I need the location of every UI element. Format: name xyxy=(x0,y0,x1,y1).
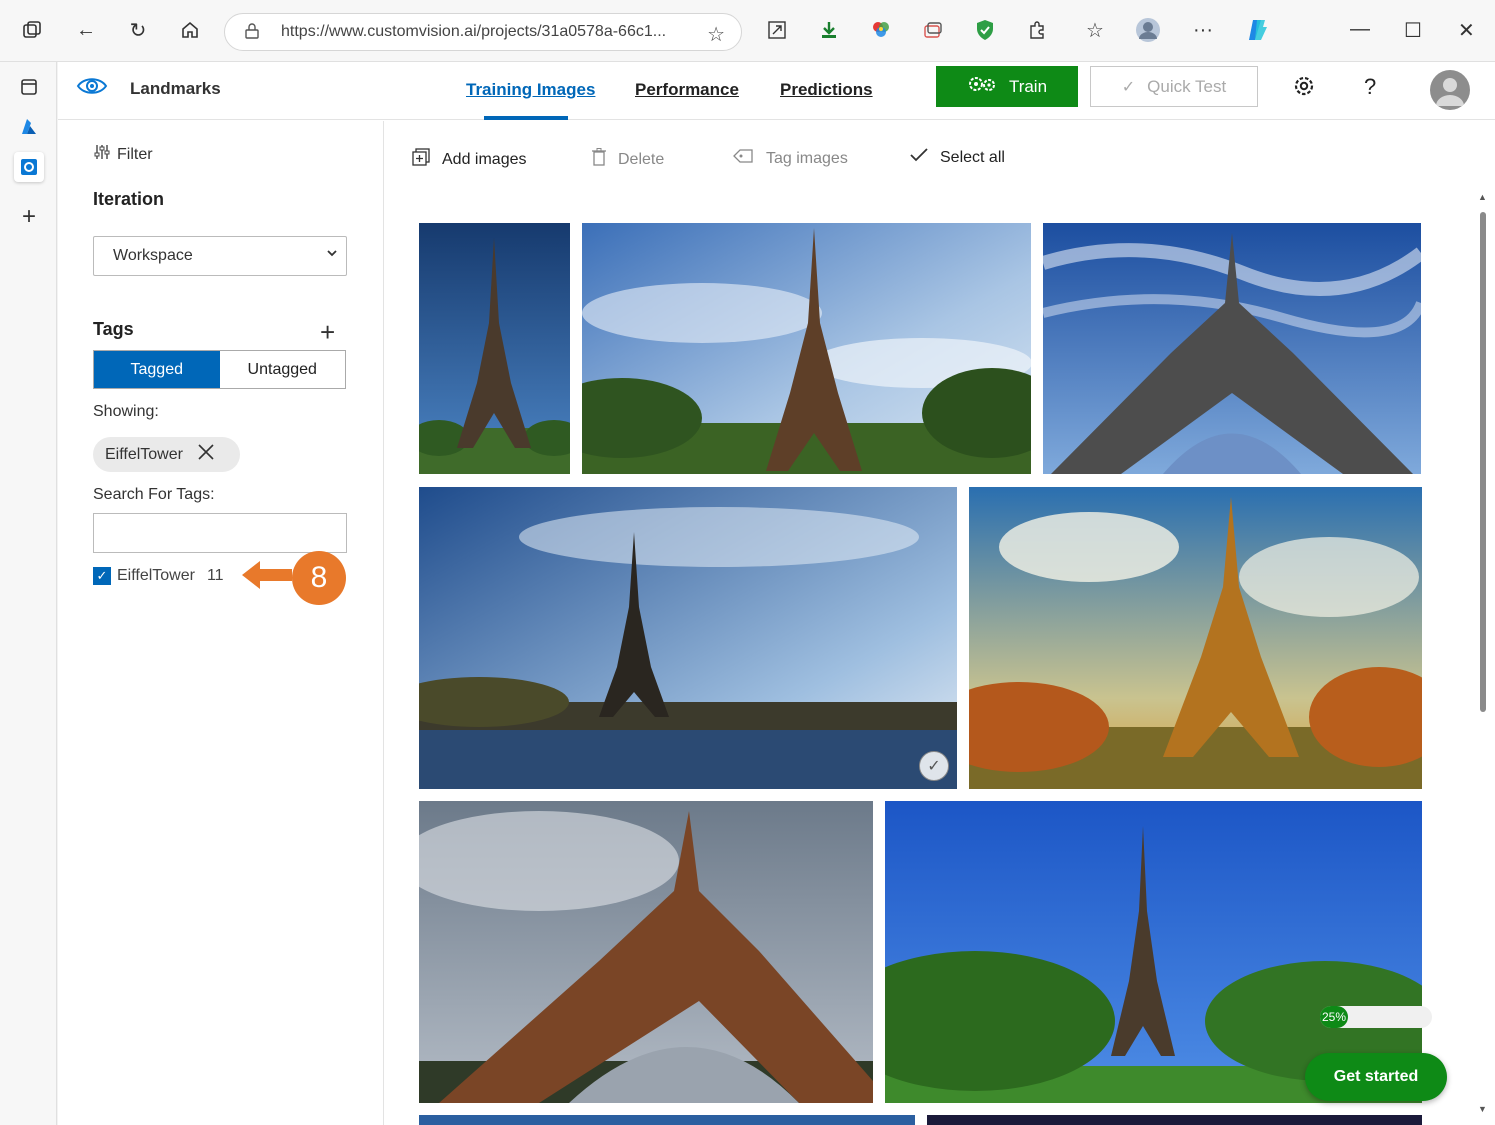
image-thumbnail[interactable] xyxy=(582,223,1031,474)
profile-icon[interactable] xyxy=(1134,16,1162,44)
filter-panel: Filter Iteration Workspace Tags + Tagged… xyxy=(58,121,384,1125)
favorite-star-icon[interactable]: ☆ xyxy=(707,22,725,47)
avatar[interactable] xyxy=(1430,70,1470,110)
image-thumbnail[interactable]: ✓ xyxy=(419,487,957,789)
favorites-icon[interactable]: ☆ xyxy=(1081,16,1109,44)
selected-check-icon[interactable]: ✓ xyxy=(919,751,949,781)
select-all-button[interactable]: Select all xyxy=(910,148,1005,167)
tag-name: EiffelTower xyxy=(117,567,195,584)
tag-images-button[interactable]: Tag images xyxy=(732,148,848,169)
image-thumbnail[interactable] xyxy=(419,801,873,1103)
maximize-icon[interactable]: ☐ xyxy=(1404,18,1422,43)
more-icon[interactable]: ··· xyxy=(1189,16,1217,44)
tag-images-label: Tag images xyxy=(766,149,848,167)
tag-icon xyxy=(732,148,754,169)
callout-arrow-icon xyxy=(242,559,292,596)
get-started-button[interactable]: Get started xyxy=(1305,1053,1447,1101)
home-icon[interactable] xyxy=(176,16,204,44)
gears-icon xyxy=(967,75,997,98)
image-thumbnail[interactable] xyxy=(927,1115,1422,1125)
active-tag-chip: EiffelTower xyxy=(93,437,240,472)
select-all-label: Select all xyxy=(940,148,1005,166)
close-icon[interactable]: ✕ xyxy=(1458,18,1475,43)
refresh-icon[interactable]: ↻ xyxy=(124,16,152,44)
custom-vision-icon[interactable] xyxy=(14,152,44,182)
scroll-thumb[interactable] xyxy=(1480,212,1486,712)
checkmark-icon xyxy=(910,148,928,167)
delete-label: Delete xyxy=(618,150,665,168)
add-tag-icon[interactable]: + xyxy=(320,317,335,348)
url-text[interactable]: https://www.customvision.ai/projects/31a… xyxy=(281,23,691,41)
filter-toggle[interactable]: Filter xyxy=(93,143,153,166)
workspaces-icon[interactable] xyxy=(18,16,46,44)
remove-tag-icon[interactable] xyxy=(197,443,215,466)
eye-icon[interactable] xyxy=(76,74,108,103)
check-icon: ✓ xyxy=(1121,78,1136,96)
tag-checkbox[interactable]: ✓ xyxy=(93,567,111,585)
tags-heading: Tags xyxy=(93,319,134,339)
collections-icon[interactable] xyxy=(919,16,947,44)
active-tab-indicator xyxy=(484,116,568,120)
scroll-up-icon[interactable]: ▲ xyxy=(1478,192,1487,202)
tab-predictions[interactable]: Predictions xyxy=(780,80,873,100)
image-thumbnail[interactable] xyxy=(969,487,1422,789)
tab-actions-icon[interactable] xyxy=(14,72,44,102)
copilot-icon[interactable] xyxy=(1244,16,1272,44)
progress-label: 25% xyxy=(1322,1010,1347,1024)
showing-label: Showing: xyxy=(93,403,159,420)
add-image-icon xyxy=(412,148,430,171)
scrollbar[interactable]: ▲ ▼ xyxy=(1478,192,1488,1122)
custom-vision-app: Landmarks Training Images Performance Pr… xyxy=(58,62,1495,1125)
shield-icon[interactable] xyxy=(971,16,999,44)
delete-button[interactable]: Delete xyxy=(592,148,664,171)
untagged-button[interactable]: Untagged xyxy=(220,351,346,388)
search-tags-label: Search For Tags: xyxy=(93,486,215,503)
edge-sidebar: + xyxy=(0,62,57,1125)
lock-icon[interactable] xyxy=(245,23,261,41)
image-thumbnail[interactable] xyxy=(419,1115,915,1125)
tab-training-images[interactable]: Training Images xyxy=(466,80,595,100)
filter-sliders-icon xyxy=(93,143,111,166)
scroll-down-icon[interactable]: ▼ xyxy=(1478,1104,1487,1114)
tag-list-item[interactable]: ✓ EiffelTower 11 xyxy=(93,567,224,585)
settings-gear-icon[interactable] xyxy=(1292,74,1316,104)
filter-label: Filter xyxy=(117,145,153,163)
tab-performance[interactable]: Performance xyxy=(635,80,739,100)
minimize-icon[interactable]: — xyxy=(1350,18,1370,41)
chip-label: EiffelTower xyxy=(105,445,183,463)
quick-test-button[interactable]: ✓ Quick Test xyxy=(1090,66,1258,107)
image-grid: ✓ xyxy=(419,223,1422,1125)
expand-icon[interactable] xyxy=(763,16,791,44)
train-button[interactable]: Train xyxy=(936,66,1078,107)
image-thumbnail[interactable] xyxy=(1043,223,1421,474)
add-images-button[interactable]: Add images xyxy=(412,148,527,171)
tag-count: 11 xyxy=(206,567,224,584)
project-name: Landmarks xyxy=(130,79,221,98)
step-callout: 8 xyxy=(292,551,346,605)
tagged-untagged-toggle: Tagged Untagged xyxy=(93,350,346,389)
color-wheel-icon[interactable] xyxy=(867,16,895,44)
quick-test-label: Quick Test xyxy=(1147,76,1227,96)
trash-icon xyxy=(592,148,606,171)
back-icon[interactable]: ← xyxy=(72,16,100,44)
iteration-heading: Iteration xyxy=(93,189,165,209)
add-images-label: Add images xyxy=(442,150,527,168)
browser-toolbar: ← ↻ https://www.customvision.ai/projects… xyxy=(0,0,1495,62)
help-icon[interactable]: ? xyxy=(1364,74,1376,100)
search-tags-input[interactable] xyxy=(93,513,347,553)
image-thumbnail[interactable] xyxy=(419,223,570,474)
add-icon[interactable]: + xyxy=(14,202,44,232)
iteration-select[interactable]: Workspace xyxy=(93,236,347,276)
address-bar[interactable]: https://www.customvision.ai/projects/31a… xyxy=(224,13,742,51)
chevron-down-icon xyxy=(326,247,338,262)
tagged-button[interactable]: Tagged xyxy=(94,351,220,388)
progress-bar: 25% xyxy=(1320,1006,1432,1028)
train-label: Train xyxy=(1008,76,1048,96)
app-header: Landmarks Training Images Performance Pr… xyxy=(58,62,1495,120)
azure-icon[interactable] xyxy=(14,112,44,142)
iteration-value: Workspace xyxy=(113,247,193,264)
download-icon[interactable] xyxy=(815,16,843,44)
extensions-icon[interactable] xyxy=(1023,16,1051,44)
